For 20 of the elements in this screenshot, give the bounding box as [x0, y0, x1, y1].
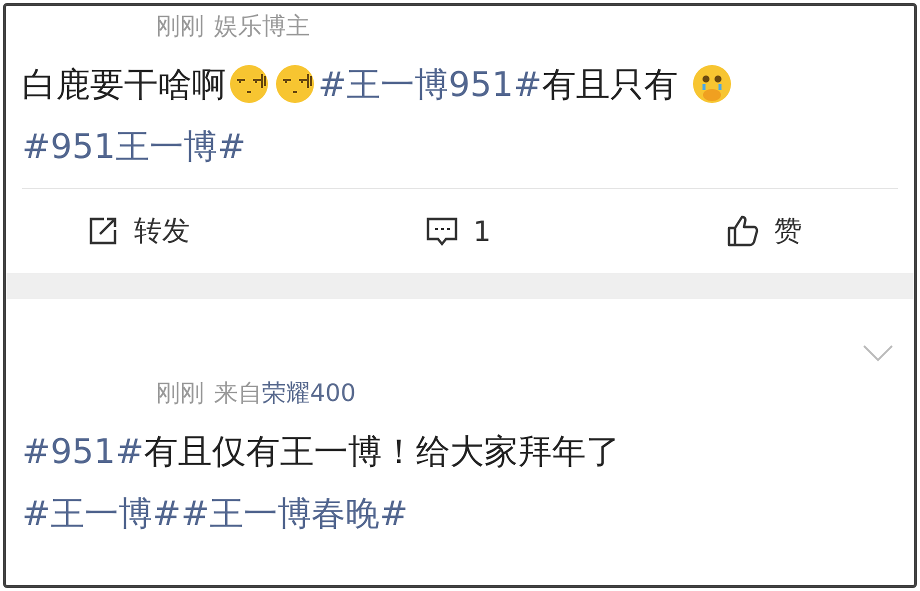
- post-time: 刚刚: [156, 11, 204, 42]
- post-time: 刚刚: [156, 378, 204, 409]
- forward-button[interactable]: 转发: [86, 212, 190, 250]
- emoji-icon: [692, 64, 732, 104]
- thumbs-up-icon: [726, 214, 760, 248]
- hashtag-link[interactable]: #王一博#: [22, 494, 181, 534]
- like-button[interactable]: 赞: [726, 212, 802, 250]
- post-text: #951#有且仅有王一博！给大家拜年了 #王一博##王一博春晚#: [22, 431, 621, 536]
- chevron-down-icon[interactable]: [862, 343, 894, 363]
- comment-button[interactable]: 1: [425, 214, 491, 248]
- post-source: 来自: [214, 378, 262, 409]
- source-link[interactable]: 荣耀400: [262, 377, 356, 409]
- hashtag-link[interactable]: #王一博春晚#: [180, 494, 408, 534]
- post-source: 娱乐博主: [214, 11, 310, 42]
- hashtag-link[interactable]: #951#: [22, 432, 144, 472]
- emoji-icon: [229, 64, 269, 104]
- hashtag-link[interactable]: #王一博951#: [318, 65, 542, 105]
- post-text: 白鹿要干啥啊 #王一博951#有且只有 #951王一博#: [22, 54, 898, 178]
- hashtag-link[interactable]: #951王一博#: [22, 127, 246, 167]
- emoji-icon: [275, 64, 315, 104]
